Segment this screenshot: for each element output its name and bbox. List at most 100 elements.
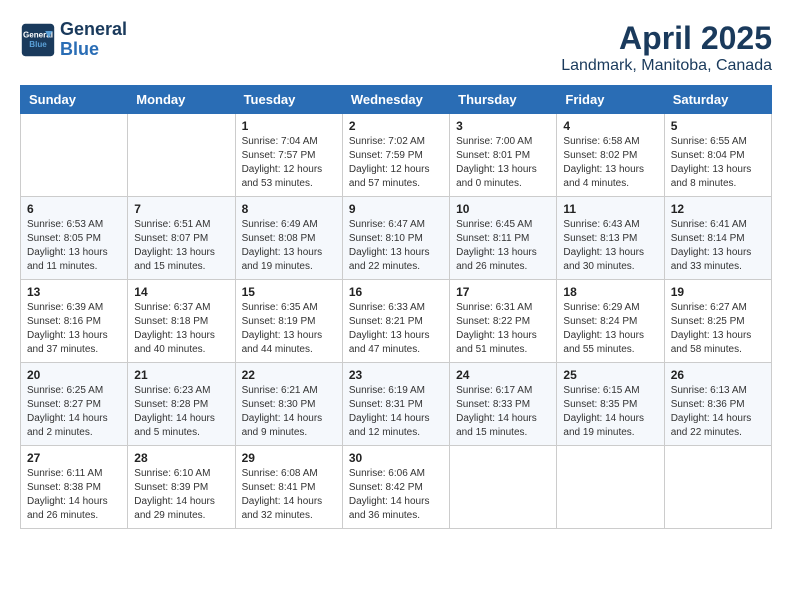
day-header-saturday: Saturday <box>664 86 771 114</box>
calendar-cell: 3 Sunrise: 7:00 AM Sunset: 8:01 PM Daylig… <box>450 114 557 197</box>
calendar-subtitle: Landmark, Manitoba, Canada <box>561 57 772 75</box>
day-number: 27 <box>27 451 121 465</box>
calendar-cell: 9Sunrise: 6:47 AM Sunset: 8:10 PM Daylig… <box>342 197 449 280</box>
calendar-week-1: 1 Sunrise: 7:04 AM Sunset: 7:57 PM Daylig… <box>21 114 772 197</box>
calendar-cell: 4Sunrise: 6:58 AM Sunset: 8:02 PM Daylig… <box>557 114 664 197</box>
day-number: 25 <box>563 368 657 382</box>
calendar-cell <box>21 114 128 197</box>
day-number: 10 <box>456 202 550 216</box>
day-header-tuesday: Tuesday <box>235 86 342 114</box>
day-header-thursday: Thursday <box>450 86 557 114</box>
calendar-cell: 2 Sunrise: 7:02 AM Sunset: 7:59 PM Daylig… <box>342 114 449 197</box>
day-number: 1 <box>242 119 336 133</box>
day-info: Sunrise: 6:39 AM Sunset: 8:16 PM Dayligh… <box>27 301 121 357</box>
day-number: 3 <box>456 119 550 133</box>
day-header-monday: Monday <box>128 86 235 114</box>
calendar-cell: 12 Sunrise: 6:41 AM Sunset: 8:14 PM Dayli… <box>664 197 771 280</box>
calendar-cell <box>664 446 771 529</box>
day-number: 2 <box>349 119 443 133</box>
calendar-cell: 1 Sunrise: 7:04 AM Sunset: 7:57 PM Daylig… <box>235 114 342 197</box>
day-info: Sunrise: 7:00 AM Sunset: 8:01 PM Dayligh… <box>456 135 550 191</box>
logo-line1: General <box>60 19 127 39</box>
day-header-friday: Friday <box>557 86 664 114</box>
calendar-title: April 2025 <box>561 20 772 57</box>
day-number: 26 <box>671 368 765 382</box>
day-info: Sunrise: 6:10 AM Sunset: 8:39 PM Dayligh… <box>134 467 228 523</box>
day-number: 12 <box>671 202 765 216</box>
day-info: Sunrise: 6:49 AM Sunset: 8:08 PM Dayligh… <box>242 218 336 274</box>
day-info: Sunrise: 6:51 AM Sunset: 8:07 PM Dayligh… <box>134 218 228 274</box>
calendar-cell: 11 Sunrise: 6:43 AM Sunset: 8:13 PM Dayli… <box>557 197 664 280</box>
day-number: 16 <box>349 285 443 299</box>
day-info: Sunrise: 6:53 AM Sunset: 8:05 PM Dayligh… <box>27 218 121 274</box>
calendar-cell: 25 Sunrise: 6:15 AM Sunset: 8:35 PM Dayli… <box>557 363 664 446</box>
day-info: Sunrise: 6:08 AM Sunset: 8:41 PM Dayligh… <box>242 467 336 523</box>
day-info: Sunrise: 6:45 AM Sunset: 8:11 PM Dayligh… <box>456 218 550 274</box>
day-number: 14 <box>134 285 228 299</box>
day-header-sunday: Sunday <box>21 86 128 114</box>
logo-text: General Blue <box>60 20 127 60</box>
day-header-wednesday: Wednesday <box>342 86 449 114</box>
day-info: Sunrise: 6:35 AM Sunset: 8:19 PM Dayligh… <box>242 301 336 357</box>
calendar-cell: 14 Sunrise: 6:37 AM Sunset: 8:18 PM Dayli… <box>128 280 235 363</box>
day-info: Sunrise: 6:58 AM Sunset: 8:02 PM Dayligh… <box>563 135 657 191</box>
day-info: Sunrise: 6:31 AM Sunset: 8:22 PM Dayligh… <box>456 301 550 357</box>
calendar-cell: 10 Sunrise: 6:45 AM Sunset: 8:11 PM Dayli… <box>450 197 557 280</box>
day-number: 6 <box>27 202 121 216</box>
calendar-cell: 21 Sunrise: 6:23 AM Sunset: 8:28 PM Dayli… <box>128 363 235 446</box>
day-number: 11 <box>563 202 657 216</box>
day-info: Sunrise: 6:13 AM Sunset: 8:36 PM Dayligh… <box>671 384 765 440</box>
day-info: Sunrise: 6:27 AM Sunset: 8:25 PM Dayligh… <box>671 301 765 357</box>
logo-line2: Blue <box>60 39 99 59</box>
calendar-header-row: SundayMondayTuesdayWednesdayThursdayFrid… <box>21 86 772 114</box>
day-info: Sunrise: 6:17 AM Sunset: 8:33 PM Dayligh… <box>456 384 550 440</box>
calendar-cell: 30 Sunrise: 6:06 AM Sunset: 8:42 PM Dayli… <box>342 446 449 529</box>
calendar-cell: 13 Sunrise: 6:39 AM Sunset: 8:16 PM Dayli… <box>21 280 128 363</box>
calendar-cell: 29 Sunrise: 6:08 AM Sunset: 8:41 PM Dayli… <box>235 446 342 529</box>
day-info: Sunrise: 6:11 AM Sunset: 8:38 PM Dayligh… <box>27 467 121 523</box>
calendar-cell: 24Sunrise: 6:17 AM Sunset: 8:33 PM Dayli… <box>450 363 557 446</box>
calendar-cell: 19 Sunrise: 6:27 AM Sunset: 8:25 PM Dayli… <box>664 280 771 363</box>
day-info: Sunrise: 6:15 AM Sunset: 8:35 PM Dayligh… <box>563 384 657 440</box>
calendar-cell: 18Sunrise: 6:29 AM Sunset: 8:24 PM Dayli… <box>557 280 664 363</box>
day-number: 20 <box>27 368 121 382</box>
day-number: 19 <box>671 285 765 299</box>
day-info: Sunrise: 6:19 AM Sunset: 8:31 PM Dayligh… <box>349 384 443 440</box>
calendar-cell: 28Sunrise: 6:10 AM Sunset: 8:39 PM Dayli… <box>128 446 235 529</box>
calendar-cell <box>450 446 557 529</box>
day-number: 13 <box>27 285 121 299</box>
day-info: Sunrise: 6:43 AM Sunset: 8:13 PM Dayligh… <box>563 218 657 274</box>
day-info: Sunrise: 6:41 AM Sunset: 8:14 PM Dayligh… <box>671 218 765 274</box>
day-number: 30 <box>349 451 443 465</box>
calendar-cell: 23 Sunrise: 6:19 AM Sunset: 8:31 PM Dayli… <box>342 363 449 446</box>
calendar-cell: 27 Sunrise: 6:11 AM Sunset: 8:38 PM Dayli… <box>21 446 128 529</box>
calendar-week-5: 27 Sunrise: 6:11 AM Sunset: 8:38 PM Dayli… <box>21 446 772 529</box>
logo-icon: General Blue <box>20 22 56 58</box>
logo: General Blue General Blue <box>20 20 127 60</box>
calendar-cell: 22Sunrise: 6:21 AM Sunset: 8:30 PM Dayli… <box>235 363 342 446</box>
calendar-week-3: 13 Sunrise: 6:39 AM Sunset: 8:16 PM Dayli… <box>21 280 772 363</box>
day-number: 22 <box>242 368 336 382</box>
day-number: 15 <box>242 285 336 299</box>
day-number: 23 <box>349 368 443 382</box>
calendar-cell: 7 Sunrise: 6:51 AM Sunset: 8:07 PM Daylig… <box>128 197 235 280</box>
day-info: Sunrise: 7:04 AM Sunset: 7:57 PM Dayligh… <box>242 135 336 191</box>
calendar-cell: 20 Sunrise: 6:25 AM Sunset: 8:27 PM Dayli… <box>21 363 128 446</box>
day-number: 8 <box>242 202 336 216</box>
day-info: Sunrise: 6:25 AM Sunset: 8:27 PM Dayligh… <box>27 384 121 440</box>
day-info: Sunrise: 6:06 AM Sunset: 8:42 PM Dayligh… <box>349 467 443 523</box>
day-info: Sunrise: 6:23 AM Sunset: 8:28 PM Dayligh… <box>134 384 228 440</box>
calendar-cell: 17Sunrise: 6:31 AM Sunset: 8:22 PM Dayli… <box>450 280 557 363</box>
day-number: 21 <box>134 368 228 382</box>
calendar-week-4: 20 Sunrise: 6:25 AM Sunset: 8:27 PM Dayli… <box>21 363 772 446</box>
calendar-cell <box>557 446 664 529</box>
calendar-cell: 5Sunrise: 6:55 AM Sunset: 8:04 PM Daylig… <box>664 114 771 197</box>
day-info: Sunrise: 6:29 AM Sunset: 8:24 PM Dayligh… <box>563 301 657 357</box>
day-info: Sunrise: 6:37 AM Sunset: 8:18 PM Dayligh… <box>134 301 228 357</box>
day-number: 7 <box>134 202 228 216</box>
calendar-cell: 6 Sunrise: 6:53 AM Sunset: 8:05 PM Daylig… <box>21 197 128 280</box>
calendar-table: SundayMondayTuesdayWednesdayThursdayFrid… <box>20 85 772 529</box>
day-info: Sunrise: 7:02 AM Sunset: 7:59 PM Dayligh… <box>349 135 443 191</box>
calendar-cell: 16Sunrise: 6:33 AM Sunset: 8:21 PM Dayli… <box>342 280 449 363</box>
day-number: 29 <box>242 451 336 465</box>
